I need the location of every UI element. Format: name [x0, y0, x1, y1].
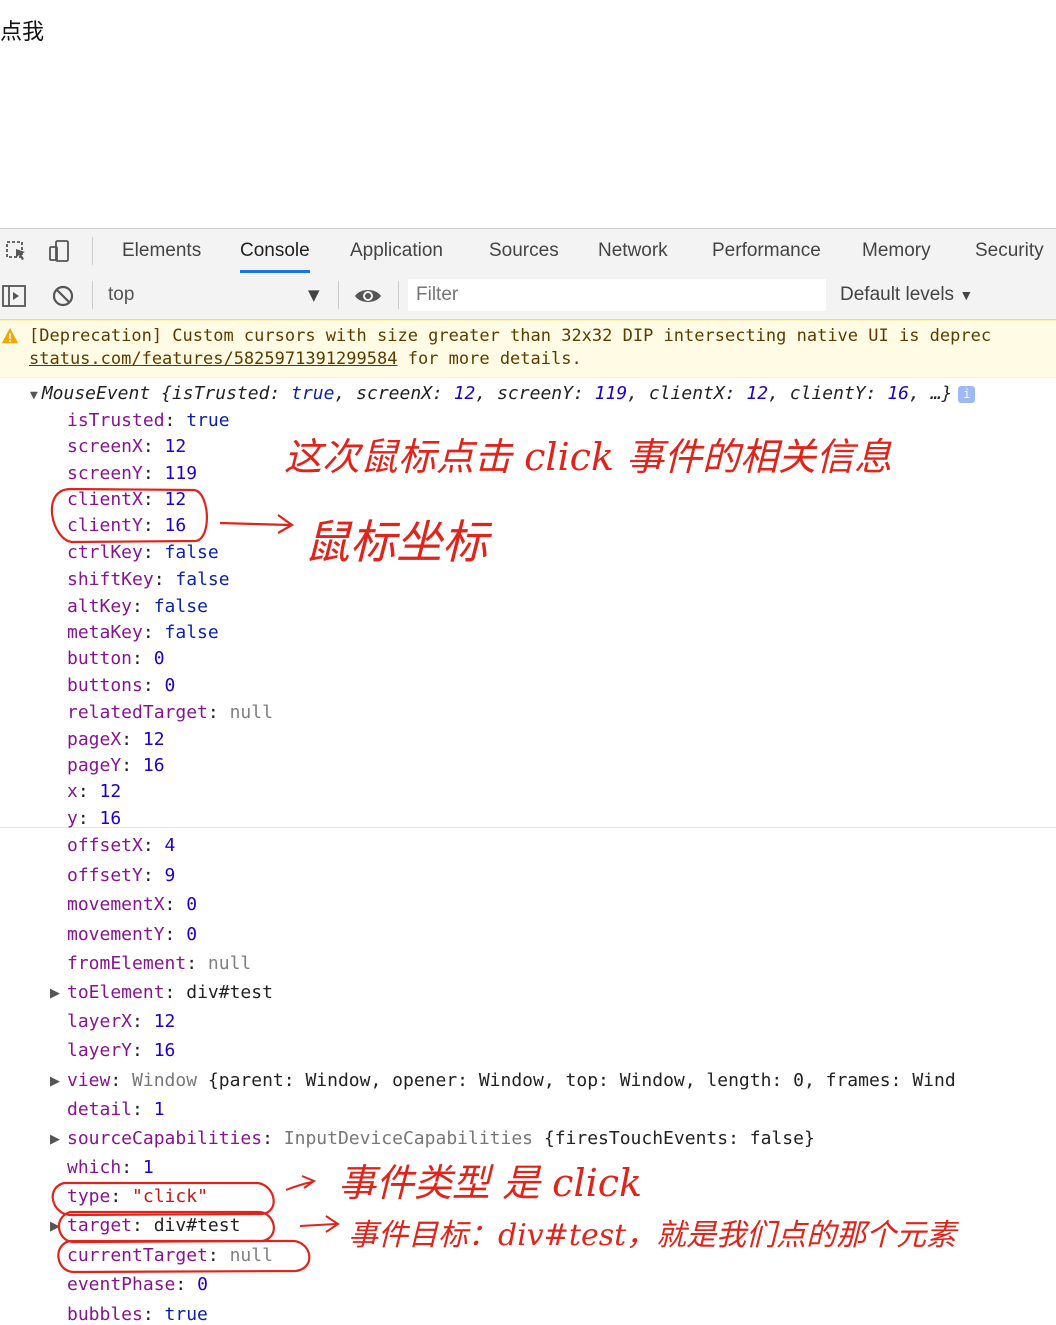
annotation-event-target: 事件目标：div#test，就是我们点的那个元素 — [348, 1218, 957, 1253]
annotation-circle-type — [51, 1181, 275, 1217]
annotation-circle-currenttarget — [57, 1239, 311, 1274]
annotation-arrow-target — [299, 1215, 340, 1233]
annotation-mouse-coords: 鼠标坐标 — [304, 515, 488, 569]
annotation-overlay — [50, 487, 340, 1274]
annotation-arrow-coords — [219, 514, 295, 534]
annotation-event-type: 事件类型 是 click — [338, 1161, 643, 1205]
annotation-circle-target — [58, 1210, 275, 1244]
annotation-event-info: 这次鼠标点击 click 事件的相关信息 — [284, 435, 893, 479]
annotation-arrow-type — [285, 1175, 317, 1191]
annotation-circle-clientxy — [50, 487, 208, 544]
